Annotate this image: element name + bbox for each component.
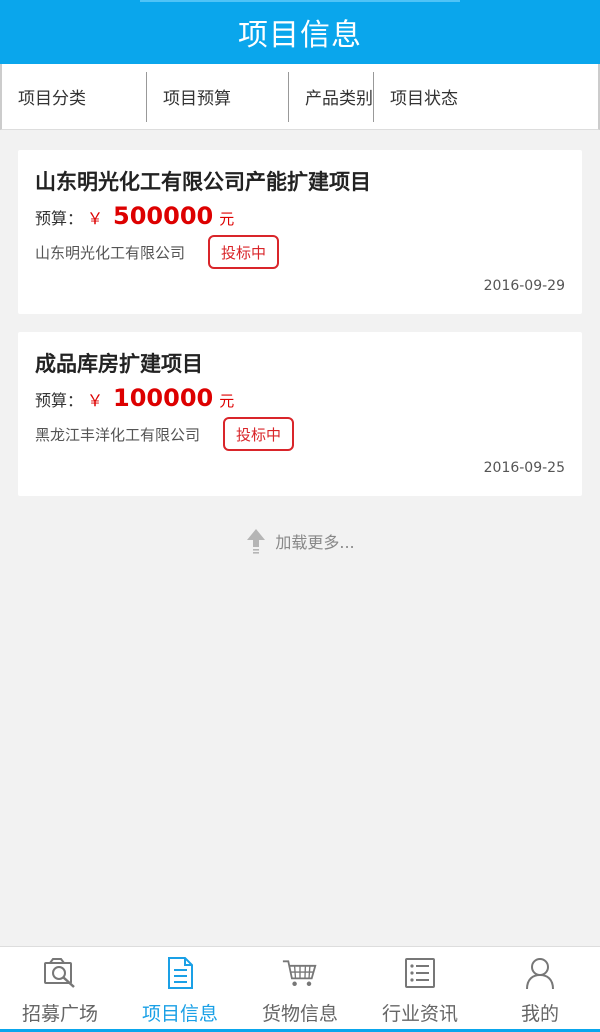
publish-date: 2016-09-25: [483, 460, 565, 476]
tab-mine[interactable]: 我的: [480, 947, 600, 1032]
document-icon: [168, 957, 193, 989]
budget-unit: 元: [219, 210, 235, 228]
filter-project-budget[interactable]: 项目预算: [147, 64, 288, 129]
project-card[interactable]: 成品库房扩建项目 预算： ￥ 100000 元 黑龙江丰洋化工有限公司 投标中 …: [18, 332, 582, 496]
project-budget: 预算： ￥ 100000 元: [35, 384, 234, 412]
filter-project-status[interactable]: 项目状态: [374, 64, 458, 129]
tab-recruit-square[interactable]: 招募广场: [0, 947, 120, 1032]
person-icon: [526, 958, 554, 990]
tab-label: 行业资讯: [381, 1003, 458, 1025]
header-top-accent: [140, 0, 460, 2]
budget-unit: 元: [219, 392, 235, 410]
tab-label: 招募广场: [21, 1003, 98, 1025]
cart-icon: [282, 960, 317, 987]
load-more-button[interactable]: 加载更多...: [0, 524, 600, 558]
bottom-tab-bar: 招募广场 项目信息 货物信息 行业资讯 我的: [0, 946, 600, 1032]
app-header: 项目信息: [0, 0, 600, 64]
tab-label: 项目信息: [141, 1003, 218, 1025]
load-more-label: 加载更多...: [275, 533, 355, 552]
photo-search-icon: [44, 958, 75, 988]
tab-label: 货物信息: [261, 1003, 338, 1025]
publish-date: 2016-09-29: [483, 278, 565, 294]
status-badge: 投标中: [208, 235, 280, 269]
status-badge: 投标中: [223, 417, 295, 451]
budget-amount: 100000: [113, 384, 214, 412]
tab-industry-news[interactable]: 行业资讯: [360, 947, 480, 1032]
project-title: 山东明光化工有限公司产能扩建项目: [35, 170, 371, 194]
tab-goods-info[interactable]: 货物信息: [240, 947, 360, 1032]
list-icon: [405, 958, 435, 988]
budget-label: 预算：: [35, 209, 84, 228]
currency-symbol: ￥: [87, 209, 104, 228]
project-budget: 预算： ￥ 500000 元: [35, 202, 234, 230]
currency-symbol: ￥: [87, 391, 104, 410]
company-name: 山东明光化工有限公司: [35, 244, 186, 262]
filter-bar: 项目分类 项目预算 产品类别 项目状态: [0, 64, 600, 130]
project-card[interactable]: 山东明光化工有限公司产能扩建项目 预算： ￥ 500000 元 山东明光化工有限…: [18, 150, 582, 314]
budget-amount: 500000: [113, 202, 214, 230]
project-title: 成品库房扩建项目: [35, 352, 203, 376]
budget-label: 预算：: [35, 391, 84, 410]
tab-label: 我的: [520, 1003, 559, 1025]
page-title: 项目信息: [238, 18, 362, 53]
tab-project-info[interactable]: 项目信息: [120, 947, 240, 1032]
company-name: 黑龙江丰洋化工有限公司: [35, 426, 201, 444]
filter-product-type[interactable]: 产品类别: [289, 64, 373, 129]
arrow-up-icon: [247, 529, 266, 554]
filter-project-category[interactable]: 项目分类: [2, 64, 146, 129]
